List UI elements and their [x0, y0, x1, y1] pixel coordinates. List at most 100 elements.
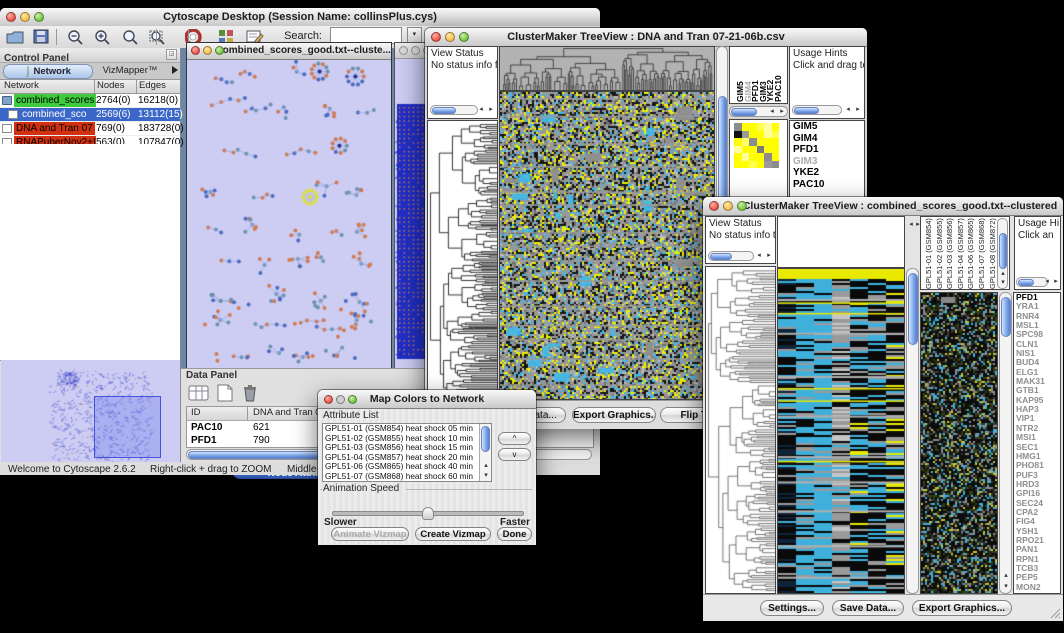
move-up-button[interactable]: ^	[498, 432, 531, 445]
animate-vizmap-button[interactable]: Animate Vizmap	[331, 527, 409, 541]
attribute-select-icon[interactable]	[188, 383, 210, 403]
matrix-cell[interactable]	[757, 131, 765, 139]
scroll-right-icon[interactable]: ▸	[486, 105, 496, 115]
matrix-cell[interactable]	[749, 138, 757, 146]
matrix-cell[interactable]	[742, 131, 750, 139]
scroll-up-icon[interactable]: ▴	[481, 461, 491, 471]
heatmap-column-label[interactable]: GPL51-08 (GSM872)	[988, 218, 997, 289]
heatmap-column-label[interactable]: GPL51-07 (GSM868)	[977, 218, 986, 289]
matrix-cell[interactable]	[772, 161, 780, 169]
move-down-button[interactable]: v	[498, 448, 531, 461]
similarity-matrix[interactable]	[734, 123, 779, 168]
scroll-right-icon[interactable]: ▸	[853, 105, 863, 115]
save-icon[interactable]	[33, 29, 50, 45]
tv2-selected-heatmap[interactable]	[920, 292, 998, 594]
attribute-list-item[interactable]: GPL51-02 (GSM855) heat shock 10 min	[323, 434, 479, 444]
slider-thumb[interactable]	[422, 507, 434, 520]
tv1-heatmap[interactable]	[499, 91, 715, 400]
save-data-button[interactable]: Save Data...	[832, 600, 904, 616]
gene-label[interactable]: YKE2	[790, 167, 864, 179]
attribute-listbox[interactable]: GPL51-01 (GSM854) heat shock 05 minGPL51…	[322, 423, 492, 482]
zoom-out-icon[interactable]	[67, 29, 86, 45]
matrix-cell[interactable]	[749, 131, 757, 139]
delete-attribute-icon[interactable]	[240, 383, 260, 403]
network-canvas[interactable]	[187, 60, 391, 368]
float-panel-icon[interactable]: ◲	[166, 49, 177, 60]
scroll-left-icon[interactable]: ◂	[843, 105, 853, 115]
matrix-cell[interactable]	[764, 161, 772, 169]
heatmap-column-label[interactable]: GPL51-01 (GSM854)	[924, 218, 933, 289]
minimize-icon[interactable]	[411, 46, 420, 55]
minimize-icon[interactable]	[20, 12, 30, 22]
scroll-down-icon[interactable]: ▾	[1001, 582, 1011, 592]
matrix-cell[interactable]	[772, 146, 780, 154]
tv2-gene-vscrollbar[interactable]: ▴ ▾	[999, 292, 1012, 594]
heatmap-column-label[interactable]: GPL51-03 (GSM856)	[945, 218, 954, 289]
matrix-cell[interactable]	[764, 146, 772, 154]
matrix-cell[interactable]	[764, 131, 772, 139]
attribute-list-item[interactable]: GPL51-07 (GSM868) heat shock 60 min	[323, 472, 479, 482]
tab-network[interactable]: ⌡ Network	[3, 64, 93, 79]
dialog-titlebar[interactable]: Map Colors to Network	[318, 390, 536, 409]
scroll-right-icon[interactable]: ▸	[777, 107, 787, 117]
new-attribute-icon[interactable]	[214, 383, 236, 403]
attribute-list-vscrollbar[interactable]: ▴ ▾	[479, 424, 491, 481]
matrix-cell[interactable]	[772, 131, 780, 139]
done-button[interactable]: Done	[497, 527, 532, 541]
scroll-right-icon[interactable]: ▸	[764, 251, 774, 261]
zoom-fit-icon[interactable]	[149, 29, 168, 45]
tv1-column-tree[interactable]	[499, 46, 715, 91]
matrix-cell[interactable]	[734, 138, 742, 146]
matrix-cell[interactable]	[764, 138, 772, 146]
settings-button[interactable]: Settings...	[760, 600, 824, 616]
create-vizmap-button[interactable]: Create Vizmap	[415, 527, 491, 541]
matrix-cell[interactable]	[772, 138, 780, 146]
scroll-left-icon[interactable]: ◂	[767, 107, 777, 117]
gene-label[interactable]: PAC10	[790, 179, 864, 191]
tv1-labels-hscrollbar[interactable]: ◂ ▸	[729, 106, 788, 117]
zoom-in-icon[interactable]	[94, 29, 113, 45]
heatmap-column-label[interactable]: GPL51-02 (GSM855)	[935, 218, 944, 289]
close-icon[interactable]	[709, 201, 719, 211]
matrix-cell[interactable]	[757, 161, 765, 169]
gene-label[interactable]: GIM4	[790, 133, 864, 145]
tv1-row-dendrogram[interactable]	[427, 120, 498, 400]
heatmap-column-label[interactable]: GPL51-06 (GSM865)	[966, 218, 975, 289]
matrix-cell[interactable]	[757, 123, 765, 131]
heatmap-column-label[interactable]: PAC10	[773, 75, 783, 102]
scroll-up-icon[interactable]: ▴	[1001, 571, 1011, 581]
animation-speed-slider[interactable]	[332, 511, 524, 516]
minimize-icon[interactable]	[336, 395, 345, 404]
main-titlebar[interactable]: Cytoscape Desktop (Session Name: collins…	[0, 8, 600, 27]
tv1-status-hscrollbar[interactable]	[430, 105, 478, 115]
zoom-actual-icon[interactable]	[122, 29, 141, 45]
matrix-cell[interactable]	[757, 146, 765, 154]
scroll-down-icon[interactable]: ▾	[998, 278, 1008, 288]
network-table-row[interactable]: combined_sco2569(6)13112(15)	[0, 108, 180, 122]
treeview1-titlebar[interactable]: ClusterMaker TreeView : DNA and Tran 07-…	[425, 28, 867, 47]
scroll-down-icon[interactable]: ▾	[481, 471, 491, 481]
matrix-cell[interactable]	[757, 138, 765, 146]
tab-overflow-icon[interactable]	[172, 66, 178, 74]
tv1-hints-hscrollbar[interactable]	[792, 105, 842, 115]
matrix-cell[interactable]	[734, 153, 742, 161]
minimize-icon[interactable]	[203, 46, 212, 55]
resize-grip-icon[interactable]	[1048, 606, 1061, 619]
matrix-cell[interactable]	[749, 146, 757, 154]
close-icon[interactable]	[191, 46, 200, 55]
gene-label[interactable]: PFD1	[790, 144, 864, 156]
matrix-cell[interactable]	[742, 161, 750, 169]
zoom-icon[interactable]	[215, 46, 224, 55]
attribute-list-item[interactable]: GPL51-03 (GSM856) heat shock 15 min	[323, 443, 479, 453]
matrix-cell[interactable]	[734, 161, 742, 169]
network-overview[interactable]	[1, 360, 180, 465]
tv2-status-hscrollbar[interactable]	[708, 251, 754, 261]
overview-viewport-rect[interactable]	[94, 396, 161, 458]
matrix-cell[interactable]	[764, 153, 772, 161]
close-icon[interactable]	[6, 12, 16, 22]
tab-vizmapper[interactable]: VizMapper™	[95, 64, 165, 77]
matrix-cell[interactable]	[742, 123, 750, 131]
tv2-heatmap[interactable]	[777, 268, 905, 594]
treeview2-titlebar[interactable]: ClusterMaker TreeView : combined_scores_…	[703, 197, 1063, 216]
heatmap-column-label[interactable]: GPL51-04 (GSM857)	[956, 218, 965, 289]
